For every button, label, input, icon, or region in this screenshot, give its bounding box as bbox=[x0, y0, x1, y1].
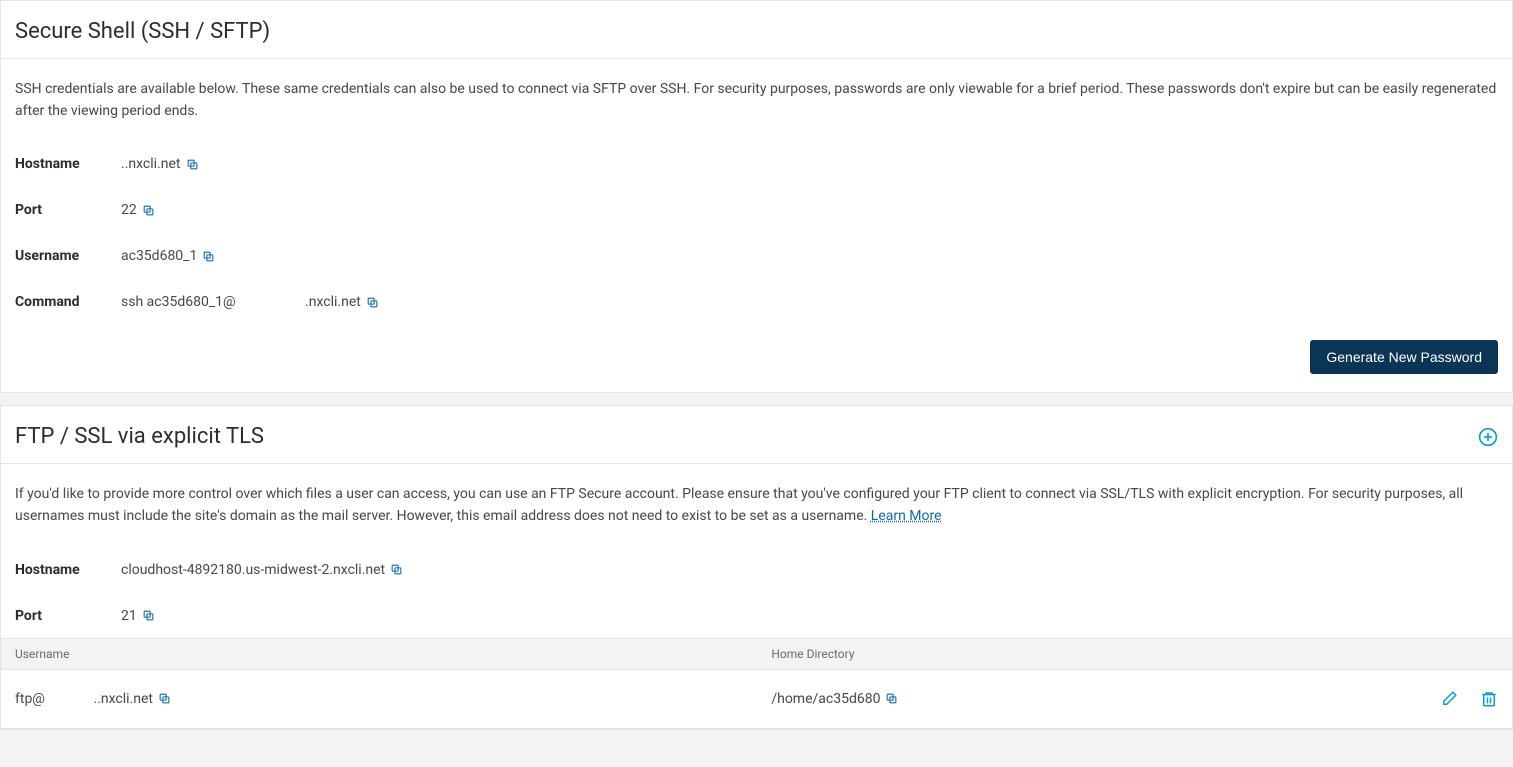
ssh-hostname-value: ..nxcli.net bbox=[121, 156, 199, 172]
ssh-panel: Secure Shell (SSH / SFTP) SSH credential… bbox=[0, 0, 1513, 393]
copy-icon[interactable] bbox=[142, 609, 155, 622]
ssh-port-label: Port bbox=[15, 202, 121, 218]
add-ftp-account-button[interactable] bbox=[1478, 427, 1498, 447]
ssh-button-row: Generate New Password bbox=[15, 340, 1498, 374]
ftp-port-value: 21 bbox=[121, 608, 155, 624]
column-home-directory: Home Directory bbox=[771, 647, 1398, 661]
ssh-command-row: Command ssh ac35d680_1@ .nxcli.net bbox=[15, 294, 1498, 310]
edit-icon[interactable] bbox=[1440, 690, 1458, 708]
ssh-command-value: ssh ac35d680_1@ .nxcli.net bbox=[121, 294, 379, 310]
ftp-port-label: Port bbox=[15, 608, 121, 624]
ftp-panel: FTP / SSL via explicit TLS If you'd like… bbox=[0, 405, 1513, 729]
ssh-panel-body: SSH credentials are available below. The… bbox=[1, 59, 1512, 392]
copy-icon[interactable] bbox=[885, 692, 898, 705]
generate-password-button[interactable]: Generate New Password bbox=[1310, 340, 1498, 374]
learn-more-link[interactable]: Learn More bbox=[871, 508, 942, 524]
delete-icon[interactable] bbox=[1480, 690, 1498, 708]
ssh-hostname-label: Hostname bbox=[15, 156, 121, 172]
ftp-hostname-value: cloudhost-4892180.us-midwest-2.nxcli.net bbox=[121, 562, 403, 578]
ftp-title: FTP / SSL via explicit TLS bbox=[15, 424, 264, 449]
copy-icon[interactable] bbox=[142, 204, 155, 217]
ftp-row-username: ftp@ ..nxcli.net bbox=[15, 691, 171, 707]
ssh-panel-header: Secure Shell (SSH / SFTP) bbox=[1, 1, 1512, 59]
ftp-table-header: Username Home Directory bbox=[1, 638, 1512, 670]
column-username: Username bbox=[15, 647, 771, 661]
copy-icon[interactable] bbox=[158, 692, 171, 705]
ssh-command-label: Command bbox=[15, 294, 121, 310]
ftp-panel-body: If you'd like to provide more control ov… bbox=[1, 464, 1512, 637]
ssh-hostname-row: Hostname ..nxcli.net bbox=[15, 156, 1498, 172]
copy-icon[interactable] bbox=[202, 250, 215, 263]
ssh-username-label: Username bbox=[15, 248, 121, 264]
copy-icon[interactable] bbox=[390, 563, 403, 576]
ftp-row-home: /home/ac35d680 bbox=[771, 691, 898, 707]
ftp-panel-header: FTP / SSL via explicit TLS bbox=[1, 406, 1512, 464]
ssh-description: SSH credentials are available below. The… bbox=[15, 79, 1498, 122]
copy-icon[interactable] bbox=[366, 296, 379, 309]
ssh-port-row: Port 22 bbox=[15, 202, 1498, 218]
ssh-username-row: Username ac35d680_1 bbox=[15, 248, 1498, 264]
ftp-hostname-row: Hostname cloudhost-4892180.us-midwest-2.… bbox=[15, 562, 1498, 578]
ssh-title: Secure Shell (SSH / SFTP) bbox=[15, 19, 270, 44]
ssh-port-value: 22 bbox=[121, 202, 155, 218]
ftp-hostname-label: Hostname bbox=[15, 562, 121, 578]
ftp-description: If you'd like to provide more control ov… bbox=[15, 484, 1498, 527]
ftp-port-row: Port 21 bbox=[15, 608, 1498, 624]
ssh-username-value: ac35d680_1 bbox=[121, 248, 215, 264]
copy-icon[interactable] bbox=[186, 158, 199, 171]
table-row: ftp@ ..nxcli.net /home/ac35d680 bbox=[1, 670, 1512, 729]
